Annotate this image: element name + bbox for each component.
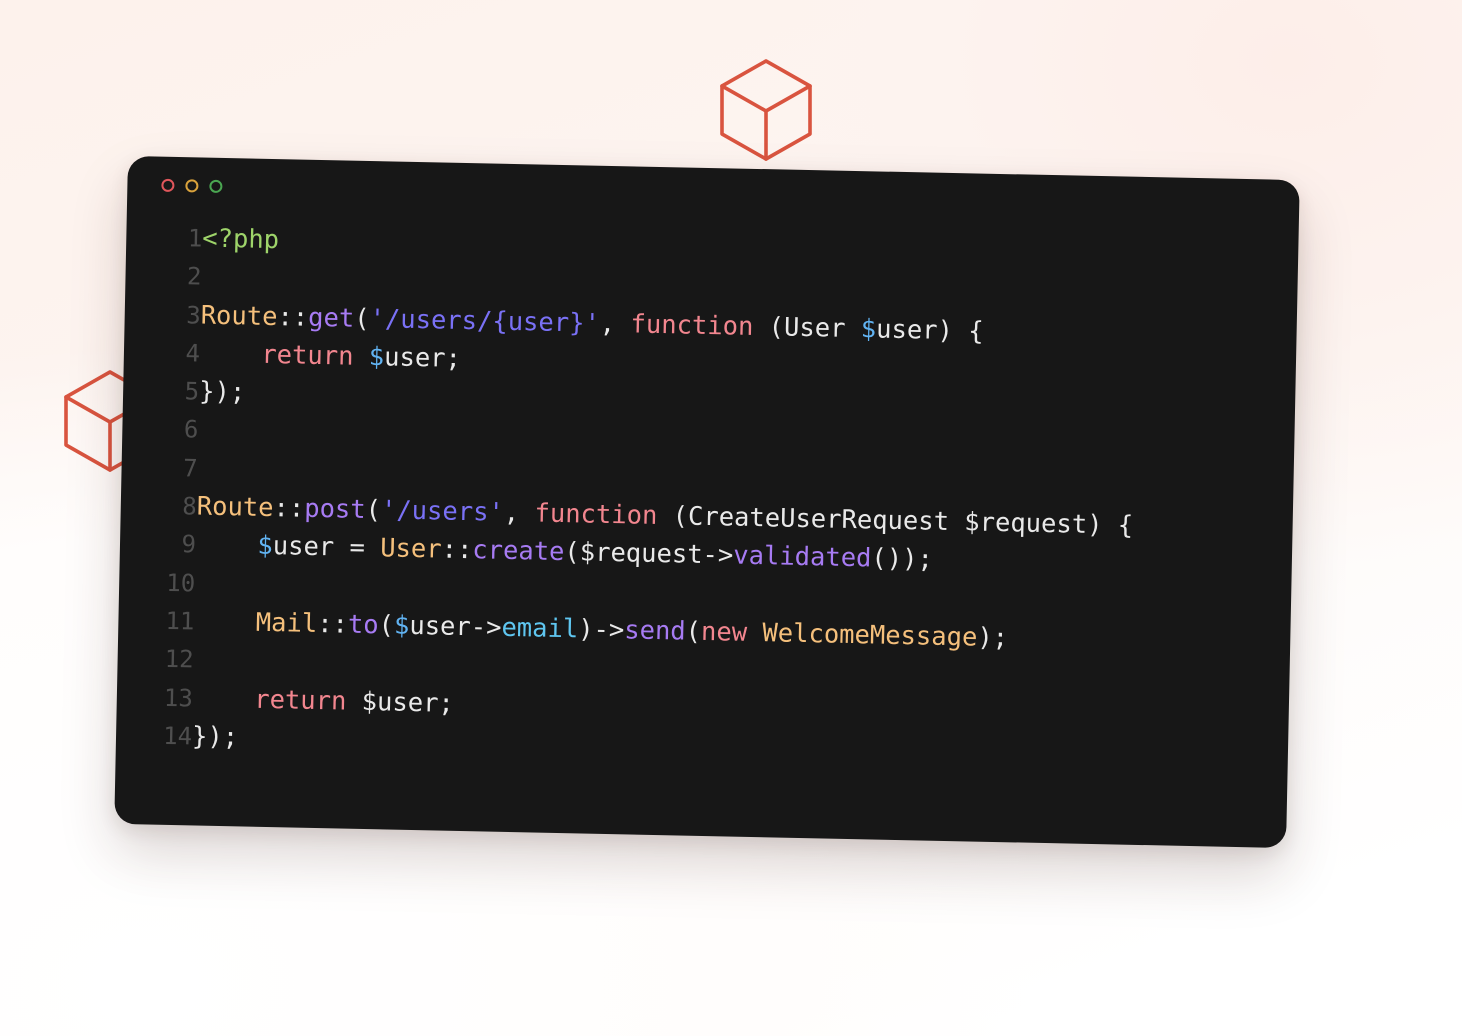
traffic-lights: [161, 178, 223, 193]
code-token: to: [347, 609, 379, 641]
line-number: 6: [183, 415, 199, 444]
code-token: (: [353, 303, 370, 334]
line-number: 13: [163, 683, 194, 713]
code-token: '/users/{user}': [369, 303, 601, 339]
code-token: (: [378, 610, 395, 641]
line-number: 1: [187, 224, 203, 253]
code-token: user =: [272, 531, 381, 564]
line-number: 4: [185, 339, 201, 368]
code-token: ,: [503, 497, 535, 529]
code-token: ::: [316, 608, 349, 640]
code-token: user) {: [875, 314, 984, 347]
code-window-surface: 1 <?php 2 3 Route::get('/users/{user}', fun…: [114, 156, 1300, 848]
code-table: 1 <?php 2 3 Route::get('/users/{user}', fun…: [116, 218, 1139, 775]
page-background: 1 <?php 2 3 Route::get('/users/{user}', fun…: [0, 0, 1462, 1036]
code-token: });: [191, 721, 239, 753]
code-token: $: [393, 610, 410, 641]
close-button-icon[interactable]: [161, 178, 175, 192]
line-number: 10: [166, 568, 196, 598]
code-token: ::: [273, 493, 305, 524]
code-token: send: [623, 615, 687, 647]
line-number: 3: [186, 300, 202, 330]
code-token: (: [685, 616, 702, 647]
line-number: 5: [184, 377, 200, 406]
code-token: <?php: [202, 223, 280, 256]
code-token: return: [253, 684, 347, 717]
wireframe-cube-icon: [716, 57, 816, 162]
code-token: user;: [383, 342, 462, 374]
code-token: $: [368, 341, 385, 373]
line-number: 11: [165, 606, 195, 636]
code-token: });: [198, 376, 246, 408]
code-token: (User: [753, 311, 862, 344]
code-token: )->: [577, 614, 625, 646]
code-token: get: [307, 302, 355, 334]
code-token: (: [365, 495, 382, 526]
code-token: post: [303, 493, 366, 526]
code-token: ::: [441, 534, 473, 566]
code-token: email: [501, 612, 579, 645]
code-token: Route: [200, 300, 278, 332]
code-lines: 1 <?php 2 3 Route::get('/users/{user}', fun…: [116, 218, 1139, 775]
code-token: $: [860, 313, 877, 345]
code-token: $user;: [346, 686, 455, 719]
code-token: ());: [871, 543, 934, 576]
code-window: 1 <?php 2 3 Route::get('/users/{user}', fun…: [114, 156, 1300, 848]
code-token: function: [534, 498, 658, 532]
code-token: ($request->: [564, 537, 734, 571]
code-token: validated: [732, 540, 872, 574]
code-token: Mail: [255, 607, 318, 639]
code-token: $: [257, 531, 274, 562]
minimize-button-icon[interactable]: [185, 178, 199, 192]
line-number: 8: [182, 492, 198, 521]
code-token: '/users': [380, 495, 505, 528]
line-number: 14: [162, 721, 193, 751]
line-number: 7: [182, 453, 198, 483]
line-number: 12: [164, 645, 194, 674]
code-token: User: [379, 533, 442, 565]
line-number: 2: [186, 262, 202, 291]
code-token: function: [630, 308, 754, 342]
code-token: Route: [196, 491, 274, 524]
code-editor[interactable]: 1 <?php 2 3 Route::get('/users/{user}', fun…: [114, 218, 1298, 848]
code-token: user->: [409, 610, 502, 643]
code-token: WelcomeMessage: [746, 617, 978, 653]
code-token: ::: [277, 301, 309, 333]
maximize-button-icon[interactable]: [209, 179, 223, 193]
code-token: ,: [599, 308, 631, 339]
code-token: new: [700, 616, 748, 648]
code-token: (CreateUserRequest $request) {: [657, 501, 1134, 541]
line-number: 9: [181, 530, 197, 559]
code-token: return: [261, 339, 354, 372]
code-token: create: [472, 535, 565, 568]
code-token: );: [977, 622, 1009, 654]
